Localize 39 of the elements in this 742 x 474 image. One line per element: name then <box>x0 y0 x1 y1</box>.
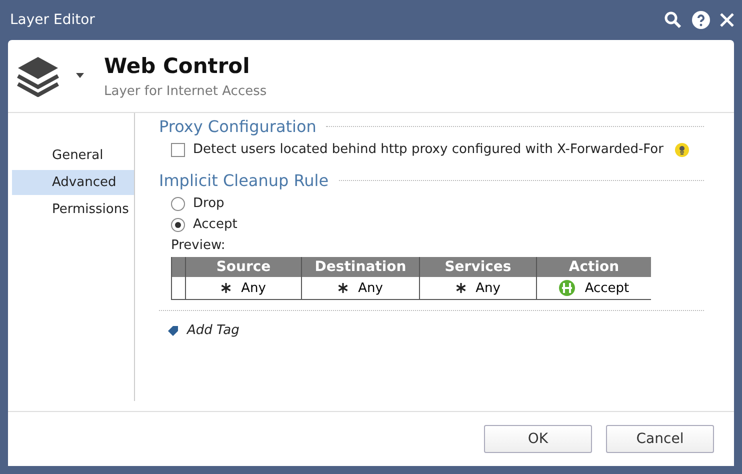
asterisk-icon <box>338 283 348 293</box>
close-icon[interactable] <box>720 13 734 27</box>
table-cell: Any <box>185 277 301 300</box>
layers-icon[interactable] <box>16 55 60 97</box>
preview-label: Preview: <box>171 238 226 253</box>
layer-title: Web Control <box>104 54 251 78</box>
checkbox-label: Detect users located behind http proxy configured with X-Forwarded-For <box>193 142 664 157</box>
window-title: Layer Editor <box>9 12 96 28</box>
section-heading: Implicit Cleanup Rule <box>159 171 329 190</box>
sidebar-item[interactable]: Advanced <box>12 170 134 195</box>
accept-icon <box>558 280 575 296</box>
tag-icon[interactable] <box>167 324 179 336</box>
sidebar-item[interactable]: Permissions <box>12 197 134 222</box>
checkbox[interactable] <box>171 142 185 156</box>
radio-label: Accept <box>193 217 238 232</box>
radio-label: Drop <box>193 196 224 211</box>
cancel-button[interactable]: Cancel <box>606 425 714 453</box>
radio-button[interactable] <box>171 218 185 232</box>
column-header: Services <box>419 257 536 277</box>
ok-button[interactable]: OK <box>484 425 592 453</box>
radio-button[interactable] <box>171 196 185 210</box>
add-tag-link[interactable]: Add Tag <box>187 323 240 338</box>
column-header <box>171 257 185 277</box>
help-icon[interactable] <box>692 11 710 29</box>
search-icon[interactable] <box>664 11 682 29</box>
column-header: Action <box>536 257 651 277</box>
asterisk-icon <box>221 283 232 293</box>
table-cell: Accept <box>536 277 651 300</box>
column-header: Destination <box>301 257 419 277</box>
caret-icon[interactable] <box>76 73 84 79</box>
column-header: Source <box>185 257 301 277</box>
row-handle <box>171 277 185 300</box>
sidebar-item[interactable]: General <box>12 143 134 168</box>
table-cell: Any <box>301 277 419 300</box>
layer-subtitle: Layer for Internet Access <box>104 84 267 98</box>
table-cell: Any <box>419 277 536 300</box>
lightbulb-icon[interactable] <box>675 142 690 156</box>
asterisk-icon <box>456 283 466 293</box>
section-heading: Proxy Configuration <box>159 117 316 136</box>
